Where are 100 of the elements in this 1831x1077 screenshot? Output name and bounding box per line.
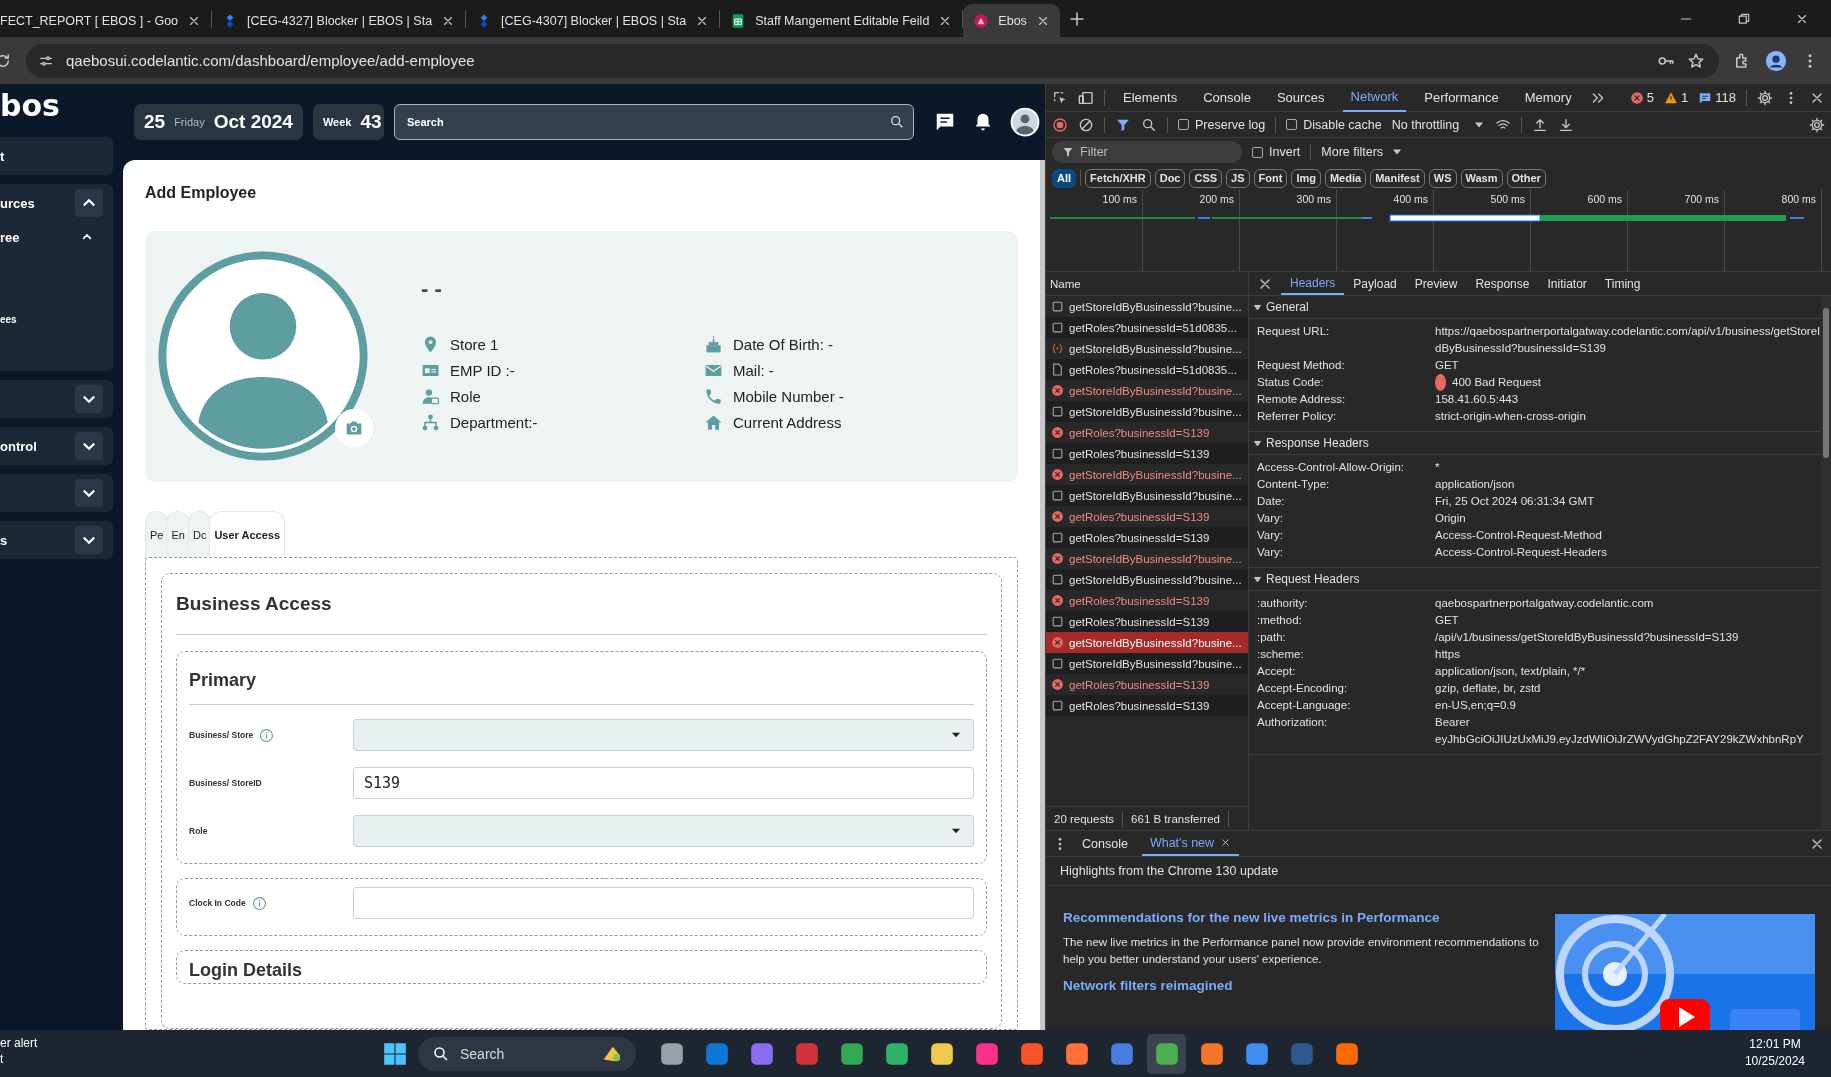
close-icon[interactable] bbox=[1220, 837, 1232, 848]
request-row[interactable]: getRoles?businessId=S139 bbox=[1046, 506, 1248, 527]
select-field[interactable] bbox=[353, 815, 974, 847]
settings-icon[interactable] bbox=[1809, 116, 1825, 133]
request-row[interactable]: getRoles?businessId=51d0835... bbox=[1046, 359, 1248, 380]
panel-tab[interactable]: Sources bbox=[1268, 84, 1333, 112]
input-field[interactable] bbox=[353, 887, 974, 919]
panel-tab[interactable]: Elements bbox=[1115, 84, 1186, 112]
chevron-down-icon[interactable] bbox=[75, 432, 103, 460]
checkbox[interactable] bbox=[1252, 146, 1263, 158]
sidebar-item[interactable]: s bbox=[0, 521, 113, 559]
taskbar-app-button[interactable] bbox=[1147, 1033, 1186, 1074]
section-header[interactable]: Request Headers bbox=[1249, 568, 1821, 591]
type-filter-chip[interactable]: WS bbox=[1428, 168, 1457, 188]
sidebar-item[interactable]: ontrol bbox=[0, 427, 113, 465]
type-filter-chip[interactable]: Doc bbox=[1154, 168, 1186, 188]
detail-tab[interactable]: Preview bbox=[1405, 272, 1467, 295]
section-header[interactable]: General bbox=[1249, 296, 1821, 319]
panel-tab[interactable]: Performance bbox=[1416, 84, 1507, 112]
message-count[interactable]: 118 bbox=[1698, 90, 1736, 105]
profile-avatar[interactable] bbox=[1765, 49, 1787, 72]
sidebar-item[interactable]: t bbox=[0, 137, 113, 175]
detail-tab[interactable]: Headers bbox=[1281, 272, 1345, 295]
type-filter-chip[interactable]: Wasm bbox=[1460, 168, 1503, 188]
form-tab[interactable]: Pe bbox=[145, 511, 169, 557]
star-icon[interactable] bbox=[1687, 51, 1705, 70]
drawer-tab[interactable]: Console bbox=[1074, 831, 1136, 856]
browser-tab[interactable]: Staff Mangement Editable Feild bbox=[720, 4, 963, 37]
new-tab-icon[interactable] bbox=[1067, 9, 1086, 28]
section-header[interactable]: Response Headers bbox=[1249, 432, 1821, 455]
request-row[interactable]: getStoreIdByBusinessId?busine... bbox=[1046, 464, 1248, 485]
type-filter-chip[interactable]: All bbox=[1052, 168, 1077, 188]
filter-field[interactable]: Filter bbox=[1052, 141, 1242, 163]
browser-tab[interactable]: [CEG-4307] Blocker | EBOS | Sta bbox=[466, 4, 720, 37]
type-filter-chip[interactable]: CSS bbox=[1189, 168, 1223, 188]
settings-icon[interactable] bbox=[1757, 89, 1773, 106]
checkbox[interactable] bbox=[1178, 119, 1189, 130]
warning-count[interactable]: 1 bbox=[1664, 90, 1689, 105]
request-row[interactable]: getRoles?businessId=S139 bbox=[1046, 674, 1248, 695]
type-filter-chip[interactable]: JS bbox=[1226, 168, 1250, 188]
chevron-down-icon[interactable] bbox=[75, 385, 103, 413]
request-row[interactable]: getStoreIdByBusinessId?busine... bbox=[1046, 296, 1248, 317]
panel-tab[interactable]: Memory bbox=[1516, 84, 1580, 112]
request-row[interactable]: getRoles?businessId=S139 bbox=[1046, 590, 1248, 611]
record-icon[interactable] bbox=[1052, 116, 1068, 133]
chevron-up-icon[interactable] bbox=[75, 189, 103, 217]
article-link[interactable]: Network filters reimagined bbox=[1063, 978, 1539, 993]
form-tab[interactable]: User Access bbox=[209, 511, 286, 557]
request-row[interactable]: getStoreIdByBusinessId?busine... bbox=[1046, 380, 1248, 401]
detail-tab[interactable]: Response bbox=[1466, 272, 1539, 295]
browser-tab[interactable]: FECT_REPORT [ EBOS ] - Goo bbox=[0, 4, 212, 37]
camera-button[interactable] bbox=[335, 409, 373, 447]
user-avatar[interactable] bbox=[1009, 107, 1040, 137]
upload-icon[interactable] bbox=[1532, 116, 1549, 133]
request-row[interactable]: getRoles?businessId=S139 bbox=[1046, 695, 1248, 716]
more-filters-dropdown[interactable]: More filters bbox=[1321, 145, 1404, 159]
checkbox[interactable] bbox=[1286, 119, 1298, 130]
search-icon[interactable] bbox=[1141, 116, 1157, 133]
type-filter-chip[interactable]: Fetch/XHR bbox=[1085, 168, 1151, 188]
request-row[interactable]: getRoles?businessId=S139 bbox=[1046, 611, 1248, 632]
type-filter-chip[interactable]: Manifest bbox=[1370, 168, 1425, 188]
request-row[interactable]: getStoreIdByBusinessId?busine... bbox=[1046, 569, 1248, 590]
type-filter-chip[interactable]: Media bbox=[1324, 168, 1367, 188]
type-filter-chip[interactable]: Font bbox=[1253, 168, 1288, 188]
drawer-tab[interactable]: What's new bbox=[1141, 831, 1240, 856]
device-icon[interactable] bbox=[1078, 89, 1094, 106]
sidebar-item[interactable]: urces ree ees bbox=[0, 184, 113, 371]
type-filter-chip[interactable]: Other bbox=[1506, 168, 1546, 188]
chevron-down-icon[interactable] bbox=[75, 526, 103, 554]
type-filter-chip[interactable]: Img bbox=[1291, 168, 1321, 188]
inspect-icon[interactable] bbox=[1052, 89, 1068, 106]
panel-tab[interactable]: Network bbox=[1342, 84, 1407, 112]
chevron-down-icon[interactable] bbox=[75, 479, 103, 507]
download-icon[interactable] bbox=[1558, 116, 1575, 133]
article-link[interactable]: Recommendations for the new live metrics in Performance bbox=[1063, 910, 1539, 925]
panel-tab[interactable]: Console bbox=[1195, 84, 1259, 112]
select-field[interactable] bbox=[353, 719, 974, 751]
address-field[interactable]: qaebosui.codelantic.com/dashboard/employee/add-employee bbox=[26, 43, 1719, 78]
request-row[interactable]: getRoles?businessId=S139 bbox=[1046, 422, 1248, 443]
request-row[interactable]: getStoreIdByBusinessId?busine... bbox=[1046, 401, 1248, 422]
detail-tab[interactable]: Initiator bbox=[1538, 272, 1596, 295]
request-row[interactable]: getStoreIdByBusinessId?busine... bbox=[1046, 338, 1248, 359]
request-row[interactable]: getStoreIdByBusinessId?busine... bbox=[1046, 485, 1248, 506]
clear-icon[interactable] bbox=[1078, 116, 1094, 133]
request-row[interactable]: getStoreIdByBusinessId?busine... bbox=[1046, 653, 1248, 674]
input-field[interactable]: S139 bbox=[353, 767, 974, 799]
restore-icon[interactable] bbox=[1737, 11, 1751, 26]
request-row[interactable]: getStoreIdByBusinessId?busine... bbox=[1046, 548, 1248, 569]
request-row[interactable]: getRoles?businessId=S139 bbox=[1046, 527, 1248, 548]
browser-tab[interactable]: [CEG-4327] Blocker | EBOS | Sta bbox=[212, 4, 466, 37]
detail-tab[interactable]: Timing bbox=[1595, 272, 1650, 295]
browser-tab[interactable]: Ebos bbox=[963, 4, 1060, 37]
search-field[interactable]: Search bbox=[418, 1036, 636, 1071]
sidebar-subitem[interactable]: ees bbox=[0, 314, 17, 325]
form-tab[interactable]: En bbox=[166, 511, 190, 557]
search-field[interactable]: Search bbox=[393, 104, 914, 140]
sidebar-subitem[interactable]: ree bbox=[0, 229, 20, 245]
detail-tab[interactable]: Payload bbox=[1344, 272, 1406, 295]
request-row[interactable]: getRoles?businessId=51d0835... bbox=[1046, 317, 1248, 338]
throttling-dropdown[interactable]: No throttling bbox=[1391, 117, 1486, 132]
